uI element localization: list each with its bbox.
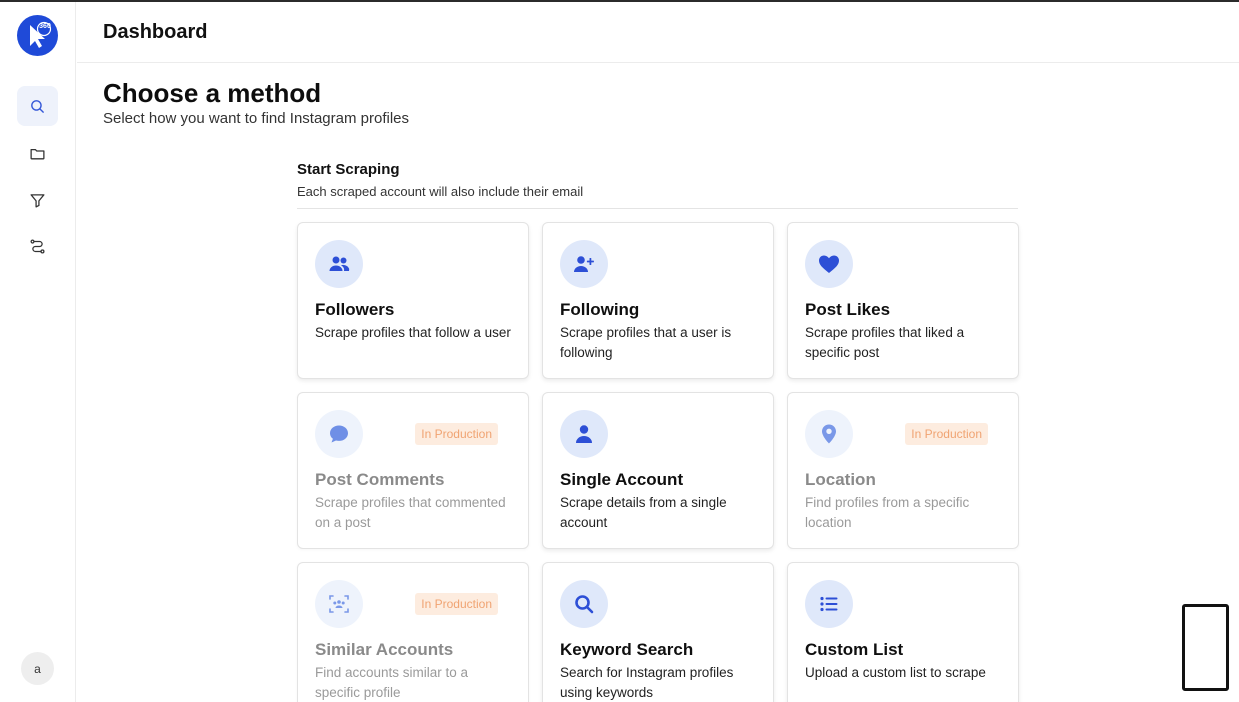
card-description: Scrape profiles that commented on a post xyxy=(315,495,506,530)
card-description: Scrape profiles that follow a user xyxy=(315,325,511,340)
card-description: Scrape profiles that liked a specific po… xyxy=(805,325,965,360)
card-icon-circle xyxy=(315,410,363,458)
card-title: Single Account xyxy=(560,470,684,489)
card-icon-circle xyxy=(560,410,608,458)
card-icon-circle xyxy=(560,580,608,628)
group-scan-icon xyxy=(329,595,349,613)
sidebar-item-folder[interactable] xyxy=(17,133,58,173)
section-divider xyxy=(297,208,1018,209)
user-plus-icon xyxy=(574,256,594,272)
logo-icon xyxy=(30,21,52,48)
card-icon-circle xyxy=(560,240,608,288)
section-title: Start Scraping xyxy=(297,161,400,178)
status-badge: In Production xyxy=(415,593,498,615)
method-card-followers[interactable]: Followers Scrape profiles that follow a … xyxy=(297,222,529,379)
workflow-icon xyxy=(30,238,45,254)
page-title: Choose a method xyxy=(103,78,322,108)
method-card-similar-accounts: In Production Similar Accounts Find acco… xyxy=(297,562,529,702)
method-card-location: In Production Location Find profiles fro… xyxy=(787,392,1019,549)
method-card-post-comments: In Production Post Comments Scrape profi… xyxy=(297,392,529,549)
section-subtitle: Each scraped account will also include t… xyxy=(297,184,584,199)
search-icon xyxy=(575,595,594,614)
header: Dashboard xyxy=(77,2,1239,63)
users-icon xyxy=(329,256,350,271)
app-logo[interactable]: 360 xyxy=(17,15,58,56)
card-icon-circle xyxy=(315,580,363,628)
card-description: Search for Instagram profiles using keyw… xyxy=(560,665,734,700)
card-title: Post Likes xyxy=(805,300,891,319)
search-icon xyxy=(31,99,44,113)
card-icon-circle xyxy=(805,580,853,628)
card-title: Location xyxy=(805,470,876,489)
card-title: Post Comments xyxy=(315,470,445,489)
user-icon xyxy=(576,425,592,443)
card-description: Upload a custom list to scrape xyxy=(805,665,986,680)
card-description: Scrape profiles that a user is following xyxy=(560,325,732,360)
floating-widget[interactable] xyxy=(1182,604,1229,691)
method-card-post-likes[interactable]: Post Likes Scrape profiles that liked a … xyxy=(787,222,1019,379)
card-title: Following xyxy=(560,300,640,319)
sidebar-item-search[interactable] xyxy=(17,86,58,126)
sidebar-item-filter[interactable] xyxy=(17,180,58,220)
heart-icon xyxy=(819,255,839,273)
card-description: Scrape details from a single account xyxy=(560,495,727,530)
method-card-custom-list[interactable]: Custom List Upload a custom list to scra… xyxy=(787,562,1019,702)
card-description: Find profiles from a specific location xyxy=(805,495,970,530)
card-title: Custom List xyxy=(805,640,904,659)
location-pin-icon xyxy=(822,424,836,444)
card-title: Similar Accounts xyxy=(315,640,454,659)
logo-text: 360 xyxy=(39,23,51,30)
method-card-keyword-search[interactable]: Keyword Search Search for Instagram prof… xyxy=(542,562,774,702)
sidebar-item-workflow[interactable] xyxy=(17,226,58,266)
card-title: Followers xyxy=(315,300,395,319)
card-icon-circle xyxy=(805,410,853,458)
status-badge: In Production xyxy=(905,423,988,445)
method-card-single-account[interactable]: Single Account Scrape details from a sin… xyxy=(542,392,774,549)
sidebar: 360 a xyxy=(0,2,76,702)
comment-icon xyxy=(330,425,348,443)
header-title: Dashboard xyxy=(103,21,208,43)
card-description: Find accounts similar to a specific prof… xyxy=(315,665,469,700)
folder-icon xyxy=(30,148,45,159)
status-badge: In Production xyxy=(415,423,498,445)
card-icon-circle xyxy=(805,240,853,288)
card-title: Keyword Search xyxy=(560,640,694,659)
list-icon xyxy=(820,596,838,612)
method-card-following[interactable]: Following Scrape profiles that a user is… xyxy=(542,222,774,379)
filter-icon xyxy=(30,193,45,208)
page-subtitle: Select how you want to find Instagram pr… xyxy=(103,110,409,127)
user-avatar[interactable]: a xyxy=(21,652,54,685)
card-icon-circle xyxy=(315,240,363,288)
